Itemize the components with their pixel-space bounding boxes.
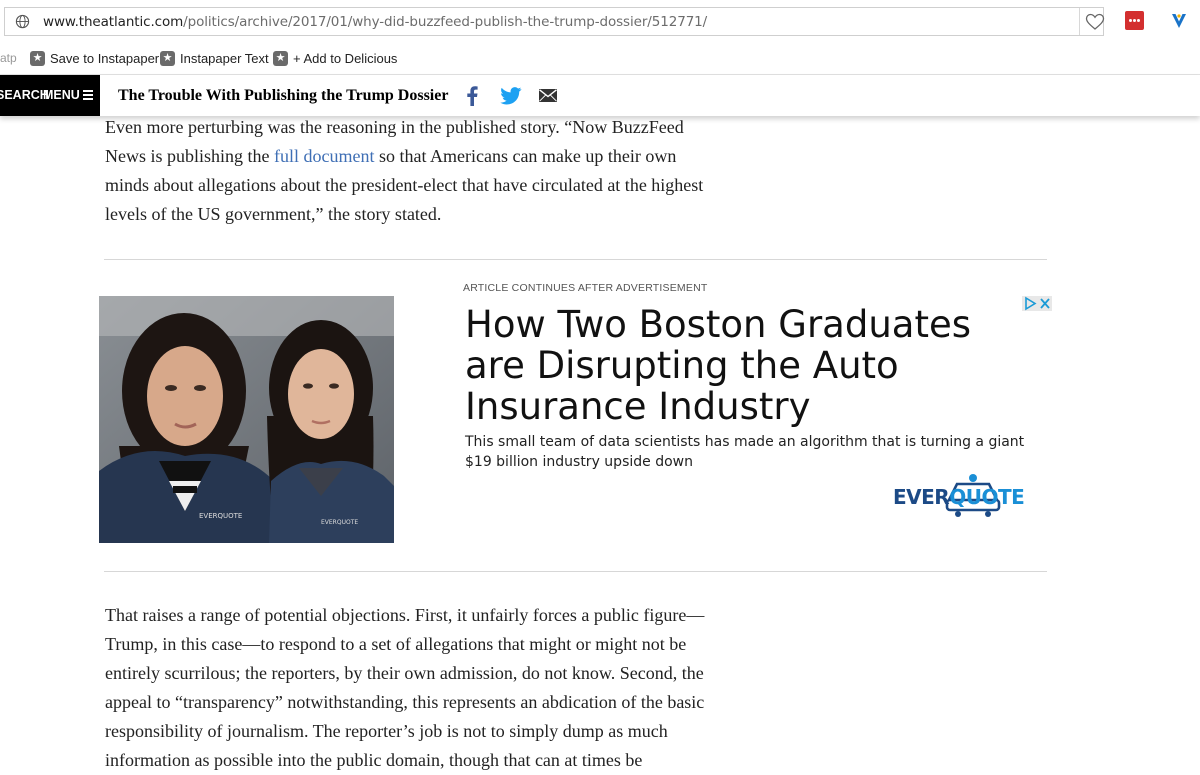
bookmark-truncated[interactable]: atp [0,51,17,65]
article-paragraph: Even more perturbing was the reasoning i… [105,113,720,229]
bookmark-label: Instapaper Text [180,51,269,66]
ad-label: ARTICLE CONTINUES AFTER ADVERTISEMENT [463,282,708,294]
url-host: www.theatlantic.com [43,14,184,30]
ad-divider-top [104,259,1047,260]
adchoices-badge[interactable] [1022,296,1052,311]
hoodie-logo-text: EVERQUOTE [199,512,242,520]
address-bar-divider [1079,8,1080,35]
search-button[interactable]: SEARCH [0,88,49,102]
sticky-article-title: The Trouble With Publishing the Trump Do… [118,87,449,104]
adchoices-icon [1025,296,1050,311]
bookmark-star-icon: ★ [273,51,288,66]
menu-label: MENU [43,88,80,102]
bookmark-label: + Add to Delicious [293,51,398,66]
ad-headline[interactable]: How Two Boston Graduates are Disrupting … [465,304,971,427]
bookmark-add-to-delicious[interactable]: ★ + Add to Delicious [273,51,397,66]
nav-box: SEARCH MENU [0,75,100,116]
twitter-icon[interactable] [500,87,522,105]
email-icon[interactable] [539,89,557,102]
logo-text-ever: EVER [893,485,950,509]
url-path: /politics/archive/2017/01/why-did-buzzfe… [183,14,708,30]
ad-photo[interactable]: EVERQUOTE EVERQUOTE [99,296,394,543]
ad-divider-bottom [104,571,1047,572]
bookmark-instapaper-text[interactable]: ★ Instapaper Text [160,51,269,66]
address-bar[interactable]: www.theatlantic.com/politics/archive/201… [4,7,1105,36]
logo-text: EVERQUOTE [893,485,1025,509]
hoodie-logo-text: EVERQUOTE [321,519,358,526]
site-header: SEARCH MENU The Trouble With Publishing … [0,75,1200,116]
globe-icon [15,14,30,29]
bookmarks-bar: atp ★ Save to Instapaper ★ Instapaper Te… [0,44,1200,75]
pocket-extension-icon[interactable] [1125,11,1144,30]
bookmark-save-to-instapaper[interactable]: ★ Save to Instapaper [30,51,159,66]
bookmark-label: Save to Instapaper [50,51,160,66]
article-paragraph: That raises a range of potential objecti… [105,605,705,770]
extension-v-icon[interactable] [1170,12,1188,30]
ad-headline-line: How Two Boston Graduates [465,303,971,346]
logo-text-quote: QUOTE [949,485,1025,509]
ad-headline-line: Insurance Industry [465,385,811,428]
full-document-link[interactable]: full document [274,146,374,166]
facebook-icon[interactable] [466,86,478,106]
hamburger-icon [82,88,93,102]
bookmark-star-icon: ★ [30,51,45,66]
browser-toolbar: www.theatlantic.com/politics/archive/201… [0,0,1200,44]
heart-icon[interactable] [1085,13,1105,31]
menu-button[interactable]: MENU [43,88,93,102]
everquote-logo[interactable]: EVERQUOTE [893,470,1025,518]
ad-headline-line: are Disrupting the Auto [465,344,899,387]
ad-description[interactable]: This small team of data scientists has m… [465,432,1025,472]
url-text[interactable]: www.theatlantic.com/politics/archive/201… [43,14,707,30]
bookmark-star-icon: ★ [160,51,175,66]
